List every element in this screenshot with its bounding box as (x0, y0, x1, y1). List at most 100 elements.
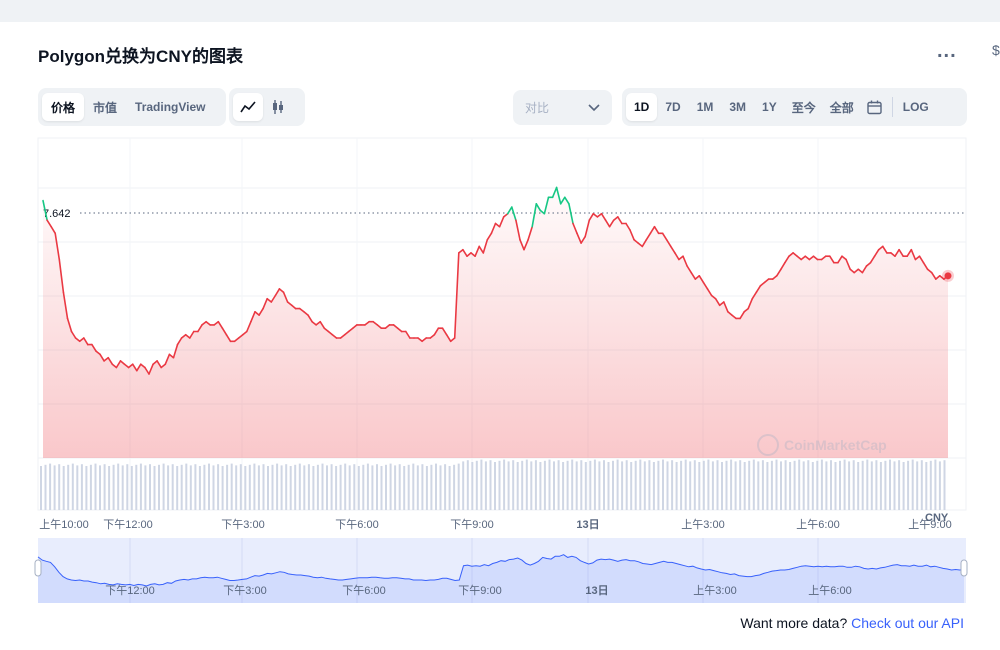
volume-bar (830, 460, 832, 510)
volume-bar (439, 465, 442, 510)
volume-bar (852, 460, 855, 510)
volume-bar (566, 460, 569, 510)
volume-bar (262, 464, 265, 510)
volume-bar (430, 464, 433, 510)
volume-bar (748, 460, 751, 510)
volume-bar (198, 466, 201, 510)
x-tick-label: 下午6:00 (335, 518, 378, 531)
volume-bar (562, 462, 565, 510)
volume-bar (643, 461, 646, 510)
volume-bar (503, 459, 506, 510)
last-price-dot (944, 272, 952, 280)
volume-bar (671, 460, 674, 510)
volume-bar (534, 460, 537, 510)
volume-bar (221, 466, 224, 510)
volume-bar (208, 463, 210, 510)
volume-bar (934, 459, 937, 510)
volume-bar (462, 461, 465, 510)
volume-bar (475, 460, 478, 510)
volume-bar (412, 463, 415, 510)
volume-bar (457, 463, 460, 510)
volume-bar (866, 459, 869, 510)
volume-bar (344, 463, 347, 510)
volume-bar (666, 461, 669, 510)
volume-bar (321, 463, 324, 510)
volume-bar (693, 460, 696, 510)
volume-bar (707, 459, 710, 510)
volume-bar (802, 461, 805, 510)
volume-bar (194, 464, 197, 510)
volume-bar (589, 460, 592, 510)
volume-bar (857, 462, 860, 510)
volume-bar (911, 459, 914, 510)
volume-bar (530, 461, 533, 510)
volume-bar (71, 463, 74, 510)
volume-bar (734, 461, 737, 510)
navigator-tick-label: 下午6:00 (342, 584, 385, 597)
volume-bar (489, 460, 492, 510)
volume-bar (879, 462, 882, 510)
volume-bar (539, 462, 542, 510)
volume-bar (130, 466, 133, 510)
volume-bar (180, 464, 183, 510)
volume-bar (743, 462, 746, 510)
volume-bar (625, 460, 628, 510)
volume-bar (898, 460, 901, 510)
volume-bar (616, 459, 619, 510)
volume-bar (212, 465, 215, 510)
volume-bar (235, 465, 238, 510)
price-chart[interactable]: 7.642CoinMarketCapCNY上午10:00 下午12:00 下午3:0… (0, 0, 1000, 650)
volume-bar (761, 460, 764, 510)
volume-bar (248, 464, 251, 510)
volume-bar (553, 461, 555, 510)
volume-bar (448, 466, 451, 510)
volume-bar (684, 459, 687, 510)
volume-bar (902, 462, 905, 510)
volume-bar (843, 459, 846, 510)
volume-bar (780, 461, 782, 510)
volume-bar (435, 463, 437, 510)
volume-bar (226, 464, 229, 510)
volume-bar (453, 464, 456, 510)
volume-bar (916, 461, 919, 510)
volume-bar (380, 466, 383, 510)
volume-bar (584, 462, 587, 510)
volume-bar (484, 461, 487, 510)
volume-bar (848, 461, 851, 510)
volume-bar (444, 464, 447, 510)
volume-bar (875, 460, 878, 510)
volume-bar (366, 463, 369, 510)
volume-bar (44, 464, 47, 510)
volume-bar (784, 460, 787, 510)
volume-bar (820, 459, 823, 510)
volume-bar (339, 464, 342, 510)
volume-bar (648, 460, 651, 510)
volume-bar (403, 466, 406, 510)
volume-bar (639, 459, 642, 510)
volume-bar (49, 463, 52, 510)
volume-bar (630, 462, 633, 510)
volume-bar (267, 466, 269, 510)
navigator-left-handle[interactable] (34, 559, 42, 577)
volume-bar (807, 460, 810, 510)
volume-bar (189, 465, 192, 510)
volume-bar (543, 460, 546, 510)
volume-bar (657, 460, 660, 510)
volume-bar (353, 464, 356, 510)
volume-bar (607, 462, 610, 510)
volume-bar (149, 464, 151, 510)
volume-bar (480, 459, 483, 510)
volume-bar (289, 466, 292, 510)
volume-bar (94, 463, 97, 510)
navigator-right-handle[interactable] (960, 559, 968, 577)
volume-bar (185, 463, 188, 510)
volume-bar (171, 464, 174, 510)
volume-bar (521, 460, 524, 510)
volume-bar (571, 459, 574, 510)
volume-bar (257, 465, 260, 510)
x-tick-label: 下午12:00 (103, 518, 153, 531)
volume-bar (394, 465, 397, 510)
volume-bar (711, 461, 714, 510)
volume-bar (203, 464, 206, 510)
volume-bar (598, 461, 601, 510)
